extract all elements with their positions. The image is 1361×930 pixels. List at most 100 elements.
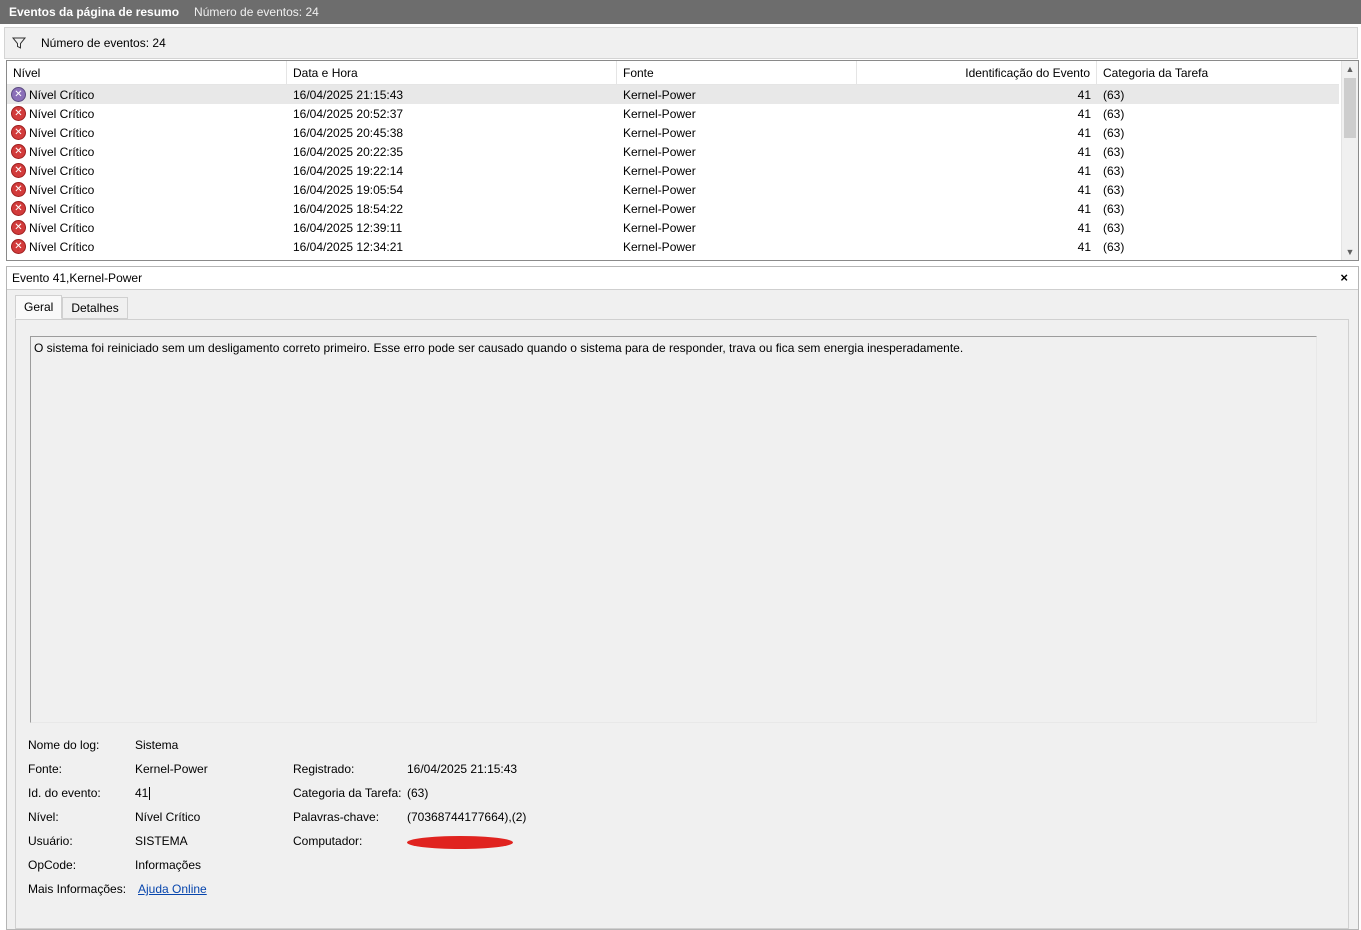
summary-title-bar: Eventos da página de resumo Número de ev… xyxy=(0,0,1361,24)
task-category-cell: (63) xyxy=(1103,144,1125,159)
registered-label: Registrado: xyxy=(293,762,355,776)
column-header-event-id[interactable]: Identificação do Evento xyxy=(857,61,1097,85)
level-cell: ✕ Nível Crítico xyxy=(7,142,287,161)
task-category-cell: (63) xyxy=(1103,163,1125,178)
opcode-value: Informações xyxy=(135,858,202,872)
event-list: Nível Data e Hora Fonte Identificação do… xyxy=(6,60,1359,261)
critical-error-icon: ✕ xyxy=(11,163,26,178)
log-name-label: Nome do log: xyxy=(28,738,100,752)
level-cell: ✕ Nível Crítico xyxy=(7,123,287,142)
table-row[interactable]: ✕ Nível Crítico 16/04/2025 20:52:37 Kernel-… xyxy=(7,104,1339,123)
event-detail-panel: Evento 41,Kernel-Power × Geral Detalhes … xyxy=(6,266,1359,930)
tab-general[interactable]: Geral xyxy=(15,295,63,319)
table-row[interactable]: ✕ Nível Crítico 16/04/2025 19:22:14 Kernel-… xyxy=(7,161,1339,180)
user-value: SISTEMA xyxy=(135,834,188,848)
level-text: Nível Crítico xyxy=(29,125,95,140)
opcode-label: OpCode: xyxy=(28,858,77,872)
filter-event-count: Número de eventos: 24 xyxy=(41,36,166,50)
source-cell: Kernel-Power xyxy=(623,144,696,159)
task-category-cell: (63) xyxy=(1103,182,1125,197)
event-description[interactable]: O sistema foi reiniciado sem um desligam… xyxy=(30,336,1317,723)
datetime-cell: 16/04/2025 20:52:37 xyxy=(293,106,404,121)
event-list-header: Nível Data e Hora Fonte Identificação do… xyxy=(7,61,1339,85)
close-icon[interactable]: × xyxy=(1340,270,1348,285)
critical-error-icon: ✕ xyxy=(11,144,26,159)
source-cell: Kernel-Power xyxy=(623,239,696,254)
event-detail-header: Evento 41,Kernel-Power × xyxy=(7,267,1358,290)
scrollbar-thumb[interactable] xyxy=(1344,78,1356,138)
datetime-cell: 16/04/2025 20:22:35 xyxy=(293,144,404,159)
level-text: Nível Crítico xyxy=(29,239,95,254)
datetime-cell: 16/04/2025 12:34:21 xyxy=(293,239,404,254)
column-header-level[interactable]: Nível xyxy=(7,61,287,85)
keywords-value: (70368744177664),(2) xyxy=(407,810,527,824)
source-cell: Kernel-Power xyxy=(623,125,696,140)
source-cell: Kernel-Power xyxy=(623,201,696,216)
event-id-cell: 41 xyxy=(1077,220,1091,235)
level-text: Nível Crítico xyxy=(29,106,95,121)
event-rows: ✕ Nível Crítico 16/04/2025 21:15:43 Kernel-… xyxy=(7,85,1339,256)
event-id-cell: 41 xyxy=(1077,201,1091,216)
datetime-cell: 16/04/2025 21:15:43 xyxy=(293,87,404,102)
filter-icon[interactable] xyxy=(11,35,27,51)
scroll-up-icon[interactable]: ▲ xyxy=(1342,61,1358,77)
event-id-cell: 41 xyxy=(1077,182,1091,197)
table-row[interactable]: ✕ Nível Crítico 16/04/2025 12:34:21 Kernel-… xyxy=(7,237,1339,256)
level-cell: ✕ Nível Crítico xyxy=(7,161,287,180)
datetime-cell: 16/04/2025 20:45:38 xyxy=(293,125,404,140)
table-row[interactable]: ✕ Nível Crítico 16/04/2025 20:22:35 Kernel-… xyxy=(7,142,1339,161)
event-id-cell: 41 xyxy=(1077,144,1091,159)
event-id-cell: 41 xyxy=(1077,106,1091,121)
table-row[interactable]: ✕ Nível Crítico 16/04/2025 21:15:43 Kernel-… xyxy=(7,85,1339,104)
level-cell: ✕ Nível Crítico xyxy=(7,104,287,123)
level-value: Nível Crítico xyxy=(135,810,201,824)
general-tab-panel: O sistema foi reiniciado sem um desligam… xyxy=(15,319,1349,929)
source-cell: Kernel-Power xyxy=(623,87,696,102)
task-category-label: Categoria da Tarefa: xyxy=(293,786,402,800)
task-category-cell: (63) xyxy=(1103,125,1125,140)
scroll-down-icon[interactable]: ▼ xyxy=(1342,244,1358,260)
critical-error-icon: ✕ xyxy=(11,106,26,121)
level-cell: ✕ Nível Crítico xyxy=(7,218,287,237)
source-cell: Kernel-Power xyxy=(623,182,696,197)
log-name-value: Sistema xyxy=(135,738,179,752)
event-id-field[interactable]: 41 xyxy=(135,786,151,801)
event-detail-title: Evento 41,Kernel-Power xyxy=(12,271,143,285)
task-category-cell: (63) xyxy=(1103,87,1125,102)
task-category-cell: (63) xyxy=(1103,239,1125,254)
critical-error-icon: ✕ xyxy=(11,87,26,102)
task-category-cell: (63) xyxy=(1103,201,1125,216)
level-text: Nível Crítico xyxy=(29,182,95,197)
source-value: Kernel-Power xyxy=(135,762,208,776)
column-header-task-category[interactable]: Categoria da Tarefa xyxy=(1097,61,1339,85)
critical-error-icon: ✕ xyxy=(11,125,26,140)
level-cell: ✕ Nível Crítico xyxy=(7,85,287,104)
tab-details[interactable]: Detalhes xyxy=(62,297,128,319)
level-label: Nível: xyxy=(28,810,59,824)
table-row[interactable]: ✕ Nível Crítico 16/04/2025 18:54:22 Kernel-… xyxy=(7,199,1339,218)
summary-title: Eventos da página de resumo xyxy=(9,5,180,19)
table-row[interactable]: ✕ Nível Crítico 16/04/2025 19:05:54 Kernel-… xyxy=(7,180,1339,199)
event-list-scrollbar[interactable]: ▲ ▼ xyxy=(1341,61,1358,260)
source-label: Fonte: xyxy=(28,762,63,776)
task-category-value: (63) xyxy=(407,786,429,800)
source-cell: Kernel-Power xyxy=(623,106,696,121)
table-row[interactable]: ✕ Nível Crítico 16/04/2025 20:45:38 Kernel-… xyxy=(7,123,1339,142)
online-help-link[interactable]: Ajuda Online xyxy=(138,882,207,896)
computer-value-redacted xyxy=(407,836,513,849)
column-header-source[interactable]: Fonte xyxy=(617,61,857,85)
datetime-cell: 16/04/2025 19:22:14 xyxy=(293,163,404,178)
more-info-label: Mais Informações: xyxy=(28,882,127,896)
event-id-label: Id. do evento: xyxy=(28,786,101,800)
event-id-cell: 41 xyxy=(1077,163,1091,178)
level-cell: ✕ Nível Crítico xyxy=(7,180,287,199)
table-row[interactable]: ✕ Nível Crítico 16/04/2025 12:39:11 Kernel-… xyxy=(7,218,1339,237)
filter-bar: Número de eventos: 24 xyxy=(4,27,1358,59)
level-cell: ✕ Nível Crítico xyxy=(7,237,287,256)
column-header-datetime[interactable]: Data e Hora xyxy=(287,61,617,85)
critical-error-icon: ✕ xyxy=(11,239,26,254)
task-category-cell: (63) xyxy=(1103,106,1125,121)
event-id-cell: 41 xyxy=(1077,125,1091,140)
level-text: Nível Crítico xyxy=(29,163,95,178)
datetime-cell: 16/04/2025 12:39:11 xyxy=(293,220,403,235)
